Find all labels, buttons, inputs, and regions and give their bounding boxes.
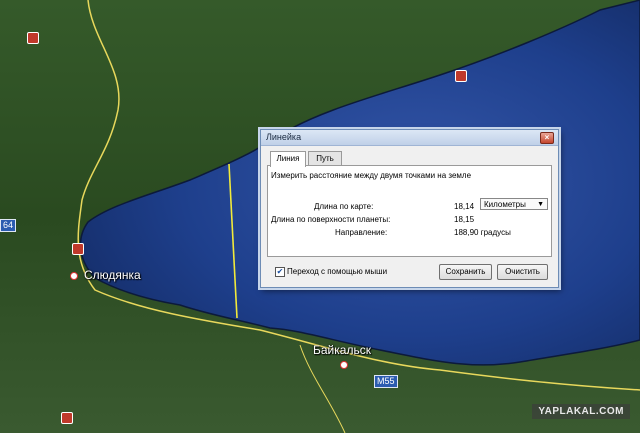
close-icon[interactable]: ×: [540, 132, 554, 144]
baikalsk-dot: [340, 361, 348, 369]
tab-path[interactable]: Путь: [308, 151, 342, 166]
slyudyanka-dot: [70, 272, 78, 280]
description-text: Измерить расстояние между двумя точками …: [271, 171, 472, 180]
dialog-titlebar[interactable]: Линейка ×: [261, 130, 558, 146]
clear-button[interactable]: Очистить: [497, 264, 548, 280]
mouse-nav-label: Переход с помощью мыши: [287, 267, 388, 276]
surface-length-value: 18,15: [454, 215, 475, 224]
poi-marker-icon[interactable]: [61, 412, 73, 424]
poi-marker-icon[interactable]: [455, 70, 467, 82]
checkmark-icon: ✔: [276, 267, 284, 276]
road-badge-64: 64: [0, 219, 17, 232]
tab-line[interactable]: Линия: [270, 151, 306, 167]
direction-label: Направление:: [335, 228, 388, 237]
units-dropdown[interactable]: Километры ▼: [480, 198, 548, 210]
place-slyudyanka: Слюдянка: [84, 268, 141, 282]
surface-length-label: Длина по поверхности планеты:: [271, 215, 391, 224]
map-length-value: 18,14: [454, 202, 475, 211]
dialog-title: Линейка: [266, 132, 302, 142]
poi-marker-icon[interactable]: [27, 32, 39, 44]
direction-value: 188,90 градусы: [454, 228, 511, 237]
ruler-dialog: Линейка × Линия Путь Измерить расстояние…: [260, 129, 559, 288]
mouse-nav-checkbox[interactable]: ✔: [275, 267, 285, 277]
road-badge-m55: M55: [374, 375, 398, 388]
units-selected: Километры: [484, 200, 526, 209]
save-button[interactable]: Сохранить: [439, 264, 492, 280]
watermark: YAPLAKAL.COM: [532, 404, 630, 419]
poi-marker-icon[interactable]: [72, 243, 84, 255]
map-length-label: Длина по карте:: [314, 202, 374, 211]
chevron-down-icon: ▼: [537, 201, 544, 208]
tab-panel: Измерить расстояние между двумя точками …: [267, 165, 552, 257]
place-baikalsk: Байкальск: [313, 343, 371, 357]
